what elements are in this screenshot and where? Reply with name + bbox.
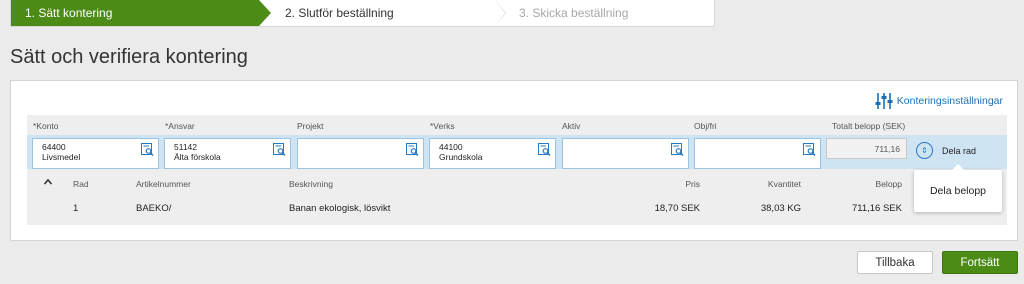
chevron-up-icon[interactable] — [43, 177, 53, 187]
tooltip-text: Dela belopp — [929, 185, 987, 197]
aktiv-field[interactable] — [562, 138, 689, 169]
cell-beskrivning: Banan ekologisk, lösvikt — [289, 203, 391, 214]
back-button[interactable]: Tillbaka — [857, 251, 933, 274]
label-verks: *Verks — [430, 121, 455, 131]
coding-labels-row: *Konto *Ansvar Projekt *Verks Aktiv Obj/… — [27, 115, 1007, 135]
wizard-steps: 1. Sätt kontering 2. Slutför beställning… — [10, 0, 715, 27]
step-send-order: 3. Skicka beställning — [495, 0, 628, 26]
split-amount-tooltip[interactable]: Dela belopp — [914, 164, 1002, 212]
step-label: 3. Skicka beställning — [519, 6, 629, 20]
col-kvantitet: Kvantitet — [767, 179, 801, 189]
step-set-coding[interactable]: 1. Sätt kontering — [11, 0, 271, 26]
sliders-icon — [875, 93, 893, 109]
step-label: 1. Sätt kontering — [25, 6, 113, 20]
step-label: 2. Slutför beställning — [285, 6, 394, 20]
konto-field[interactable]: 64400 Livsmedel — [32, 138, 159, 169]
label-ansvar: *Ansvar — [165, 121, 195, 131]
search-document-icon[interactable] — [538, 143, 551, 156]
coding-fields-row: 64400 Livsmedel 51142 Älta förskola 4410… — [27, 135, 1007, 169]
split-row-button[interactable]: ⇕ Dela rad — [916, 142, 976, 159]
page-title: Sätt och verifiera kontering — [10, 46, 248, 68]
table-header: Rad Artikelnummer Beskrivning Pris Kvant… — [27, 169, 1007, 195]
label-objfri: Obj/fri — [694, 121, 717, 131]
cell-kvantitet: 38,03 KG — [760, 203, 801, 214]
col-belopp: Belopp — [875, 179, 902, 189]
objfri-field[interactable] — [694, 138, 821, 169]
total-amount-field: 711,16 — [826, 138, 907, 159]
search-document-icon[interactable] — [406, 143, 419, 156]
cell-rad: 1 — [73, 203, 79, 214]
col-artikel: Artikelnummer — [136, 179, 191, 189]
split-row-label: Dela rad — [942, 145, 977, 156]
label-konto: *Konto — [33, 121, 59, 131]
cell-artikel: BAEKO/ — [136, 203, 172, 214]
search-document-icon[interactable] — [273, 143, 286, 156]
continue-button[interactable]: Fortsätt — [942, 251, 1018, 274]
cell-pris: 18,70 SEK — [654, 203, 700, 214]
coding-settings-link[interactable]: Konteringsinställningar — [875, 92, 1003, 110]
step-complete-order[interactable]: 2. Slutför beställning — [259, 0, 506, 26]
ansvar-field[interactable]: 51142 Älta förskola — [164, 138, 291, 169]
table-row: 1 BAEKO/ Banan ekologisk, lösvikt 18,70 … — [27, 195, 1007, 225]
cell-belopp: 711,16 SEK — [851, 203, 902, 214]
search-document-icon[interactable] — [803, 143, 816, 156]
label-aktiv: Aktiv — [562, 121, 581, 131]
search-document-icon[interactable] — [141, 143, 154, 156]
coding-settings-label: Konteringsinställningar — [896, 95, 1003, 107]
search-document-icon[interactable] — [671, 143, 684, 156]
expand-circle-icon: ⇕ — [916, 142, 933, 159]
col-pris: Pris — [685, 179, 700, 189]
col-rad: Rad — [73, 179, 89, 189]
projekt-field[interactable] — [297, 138, 424, 169]
coding-panel: Konteringsinställningar *Konto *Ansvar P… — [10, 80, 1018, 241]
label-projekt: Projekt — [297, 121, 324, 131]
col-beskrivning: Beskrivning — [289, 179, 333, 189]
verks-field[interactable]: 44100 Grundskola — [429, 138, 556, 169]
label-total: Totalt belopp (SEK) — [832, 121, 906, 131]
